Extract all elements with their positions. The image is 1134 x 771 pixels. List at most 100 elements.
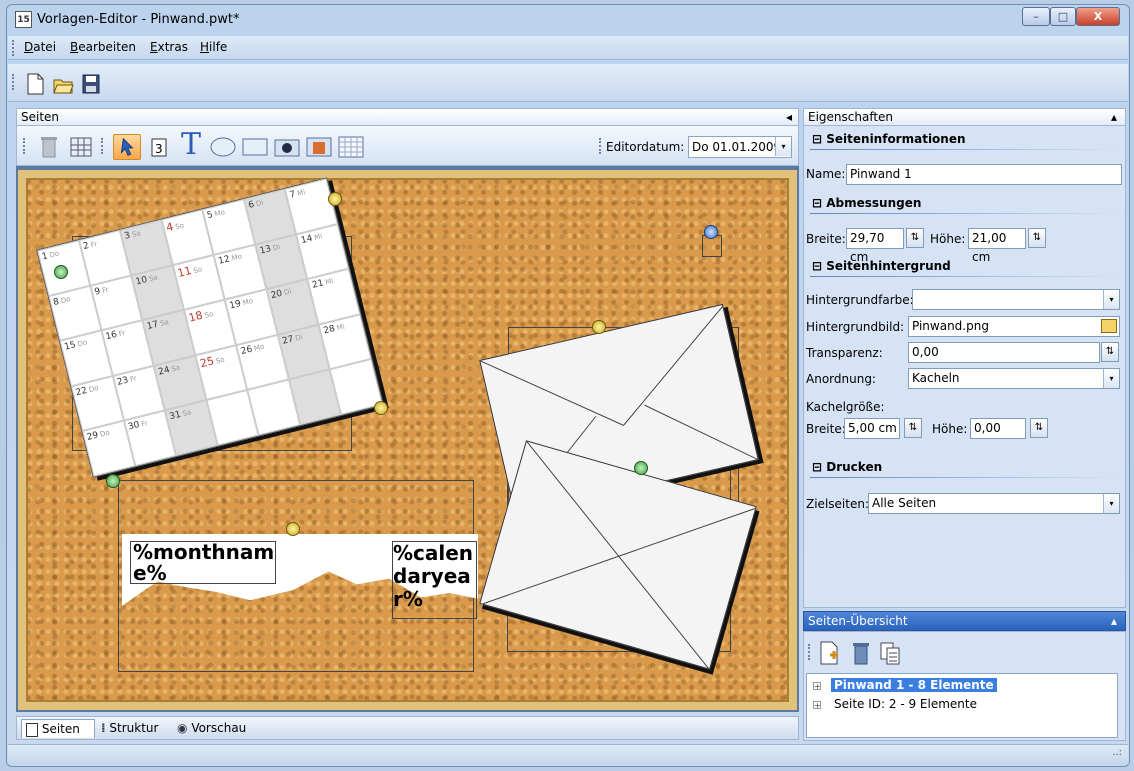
section-title: Abmessungen xyxy=(826,196,922,210)
editordate-grip xyxy=(599,138,602,154)
section-abmessungen[interactable]: ⊟ Abmessungen xyxy=(812,196,921,210)
tile-height-spinner[interactable]: ⇅ xyxy=(1030,418,1048,438)
height-spinner[interactable]: ⇅ xyxy=(1028,228,1046,248)
bgimage-field[interactable]: Pinwand.png xyxy=(908,316,1120,337)
tab-struktur[interactable]: ⁞ Struktur xyxy=(97,719,169,738)
section-divider xyxy=(810,149,1120,150)
title-bar[interactable]: 15 Vorlagen-Editor - Pinwand.pwt* – □ X xyxy=(7,5,1129,35)
expand-icon[interactable]: + xyxy=(813,682,821,691)
section-drucken[interactable]: ⊟ Drucken xyxy=(812,460,882,474)
calendar-weekday: Di xyxy=(294,332,304,343)
transparency-spinner[interactable]: ⇅ xyxy=(1101,342,1119,362)
calendar-weekday: Do xyxy=(48,249,60,260)
bgcolor-field[interactable]: ▾ xyxy=(912,289,1120,310)
tab-seiten[interactable]: Seiten xyxy=(21,719,95,738)
calendar-day-number: 20 xyxy=(269,288,284,302)
new-file-icon[interactable] xyxy=(24,72,46,96)
menu-extras[interactable]: Extras xyxy=(150,40,188,54)
section-toggle-icon[interactable]: ⊟ xyxy=(812,196,822,210)
target-pages-value: Alle Seiten xyxy=(872,496,937,510)
section-seiteninformationen[interactable]: ⊟ Seiteninformationen xyxy=(812,132,966,146)
calendar-weekday: Mi xyxy=(324,277,335,287)
overview-toolbar-grip[interactable] xyxy=(808,644,811,660)
calendar-day-number: 18 xyxy=(187,308,205,325)
chevron-down-icon[interactable]: ▾ xyxy=(1103,494,1119,513)
expand-icon[interactable]: + xyxy=(813,701,821,710)
tree-item-pinwand-1[interactable]: Pinwand 1 - 8 Elemente xyxy=(831,678,997,692)
calendar-day-number: 24 xyxy=(157,364,171,378)
close-button[interactable]: X xyxy=(1076,7,1120,26)
calendaryear-textbox[interactable]: %calendaryear% xyxy=(392,541,477,619)
tab-vorschau[interactable]: ◉ Vorschau xyxy=(173,719,259,738)
monthname-textbox[interactable]: %monthname% xyxy=(130,541,276,584)
maximize-button[interactable]: □ xyxy=(1050,7,1076,26)
tile-width-spinner[interactable]: ⇅ xyxy=(904,418,922,438)
tilesize-label: Kachelgröße: xyxy=(806,400,885,414)
height-field[interactable]: 21,00 cm xyxy=(968,228,1026,264)
chevron-down-icon[interactable]: ▾ xyxy=(1103,369,1119,388)
calendar-day-number xyxy=(292,382,294,392)
delete-page-icon[interactable] xyxy=(850,640,872,666)
calendar-day-number xyxy=(210,403,212,413)
width-field[interactable]: 29,70 cm xyxy=(846,228,904,264)
width-label: Breite: xyxy=(806,232,846,246)
save-icon[interactable] xyxy=(80,72,102,96)
text-tool-icon[interactable]: T xyxy=(181,128,201,162)
calendar-day-number xyxy=(334,372,336,382)
ellipse-tool-icon[interactable] xyxy=(209,134,237,160)
select-arrow-icon[interactable] xyxy=(113,134,141,160)
tile-height-field[interactable]: 0,00 xyxy=(970,418,1026,439)
calendar-day-number: 12 xyxy=(217,253,231,267)
calendar-weekday: Fr xyxy=(129,374,138,384)
trash-icon[interactable] xyxy=(35,134,63,160)
menu-grip[interactable] xyxy=(12,40,15,56)
pages-pane-header: Seiten ◂ xyxy=(16,108,799,126)
pages-toolbar-grip[interactable] xyxy=(23,138,26,154)
calendar-day-number: 31 xyxy=(168,410,183,423)
section-toggle-icon[interactable]: ⊟ xyxy=(812,460,822,474)
properties-panel: ⊟ Seiteninformationen Name: Pinwand 1 ⊟ … xyxy=(803,126,1126,608)
section-title: Seiteninformationen xyxy=(826,132,966,146)
toolbar-grip[interactable] xyxy=(12,74,15,90)
image-tool-icon[interactable] xyxy=(305,134,333,160)
tree-item-seite-2[interactable]: Seite ID: 2 - 9 Elemente xyxy=(834,697,977,711)
grid-icon[interactable] xyxy=(67,134,95,160)
transparency-field[interactable]: 0,00 xyxy=(908,342,1100,363)
calendar-weekday: Do xyxy=(87,383,100,394)
calendar-weekday: Do xyxy=(76,338,89,349)
properties-collapse-icon[interactable]: ▴ xyxy=(1111,109,1117,125)
width-spinner[interactable]: ⇅ xyxy=(906,228,924,248)
minimize-button[interactable]: – xyxy=(1022,7,1050,26)
section-toggle-icon[interactable]: ⊟ xyxy=(812,259,822,273)
month-grid-tool-icon[interactable] xyxy=(337,134,365,160)
browse-folder-icon[interactable] xyxy=(1101,319,1117,333)
chevron-down-icon[interactable]: ▾ xyxy=(775,137,791,156)
menu-hilfe[interactable]: Hilfe xyxy=(200,40,227,54)
editordate-value: Do 01.01.2009 xyxy=(692,140,782,154)
calendar-tool-icon[interactable]: 3 xyxy=(145,134,173,160)
overview-collapse-icon[interactable]: ▴ xyxy=(1111,612,1117,631)
arrangement-select[interactable]: Kacheln ▾ xyxy=(908,368,1120,389)
tile-width-field[interactable]: 5,00 cm xyxy=(844,418,900,439)
menu-bearbeiten[interactable]: Bearbeiten xyxy=(70,40,136,54)
editordate-label: Editordatum: xyxy=(606,140,685,154)
open-folder-icon[interactable] xyxy=(52,72,74,96)
resize-grip-icon[interactable]: ..: xyxy=(1112,747,1122,758)
target-pages-select[interactable]: Alle Seiten ▾ xyxy=(868,493,1120,514)
editordate-select[interactable]: Do 01.01.2009 ▾ xyxy=(688,136,792,158)
rectangle-tool-icon[interactable] xyxy=(241,134,269,160)
add-page-icon[interactable] xyxy=(818,640,842,666)
menu-datei[interactable]: Datei xyxy=(24,40,56,54)
tab-struktur-label: Struktur xyxy=(109,721,159,735)
chevron-down-icon[interactable]: ▾ xyxy=(1103,290,1119,309)
copy-page-icon[interactable] xyxy=(878,640,902,666)
section-toggle-icon[interactable]: ⊟ xyxy=(812,132,822,146)
name-label: Name: xyxy=(806,167,846,181)
pages-collapse-icon[interactable]: ◂ xyxy=(786,109,792,125)
calendar-day-number: 22 xyxy=(74,385,89,399)
name-field[interactable]: Pinwand 1 xyxy=(846,164,1122,185)
calendar-weekday: Di xyxy=(271,242,282,252)
section-seitenhintergrund[interactable]: ⊟ Seitenhintergrund xyxy=(812,259,951,273)
camera-tool-icon[interactable] xyxy=(273,134,301,160)
calendar-day-number: 30 xyxy=(127,420,141,433)
